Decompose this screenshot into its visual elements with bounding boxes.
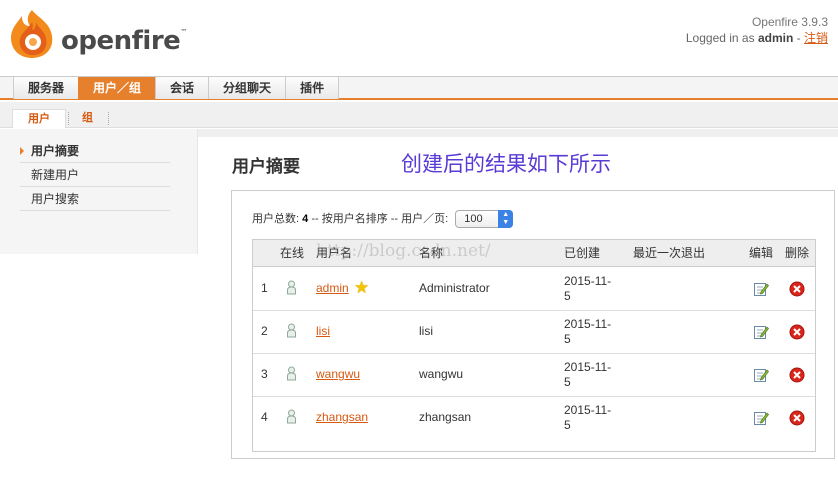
login-status: Logged in as admin - 注销 — [685, 31, 828, 45]
select-arrows-icon: ▲ ▼ — [498, 210, 514, 229]
tab-server[interactable]: 服务器 — [13, 77, 79, 99]
col-username[interactable]: 用户名 — [316, 240, 352, 267]
table-row: 4 zhangsan zhangsan 2015-11- 5 — [253, 397, 815, 440]
user-offline-icon — [286, 366, 297, 385]
subtab-users[interactable]: 用户 — [12, 109, 66, 128]
tab-users-groups[interactable]: 用户／组 — [78, 77, 156, 99]
page-title: 用户摘要 — [232, 157, 300, 176]
created-date: 2015-11- 5 — [564, 274, 612, 303]
username-link[interactable]: admin — [316, 281, 349, 295]
sidebar-item-new-user[interactable]: 新建用户 — [20, 163, 170, 187]
current-user: admin — [757, 31, 794, 45]
col-name: 名称 — [419, 246, 444, 260]
col-edit: 编辑 — [749, 246, 774, 260]
content-top-strip — [198, 129, 838, 137]
per-page-select[interactable]: 100 ▲ ▼ — [455, 210, 514, 229]
created-date: 2015-11- 5 — [564, 360, 612, 389]
sidebar-item-user-summary[interactable]: 用户摘要 — [20, 139, 170, 163]
user-total: 4 — [302, 213, 309, 225]
edit-icon[interactable] — [753, 324, 769, 343]
user-count-summary: 用户总数: 4 -- 按用户名排序 -- 用户／页: 100 ▲ ▼ — [252, 210, 514, 229]
user-display-name: Administrator — [419, 281, 490, 295]
delete-icon[interactable] — [789, 324, 805, 343]
user-offline-icon — [286, 323, 297, 342]
delete-icon[interactable] — [789, 410, 805, 429]
username-link[interactable]: zhangsan — [316, 410, 368, 424]
edit-icon[interactable] — [753, 281, 769, 300]
user-summary-panel: 用户总数: 4 -- 按用户名排序 -- 用户／页: 100 ▲ ▼ 在线 用户名 … — [231, 190, 835, 459]
row-number: 3 — [261, 367, 268, 381]
tab-sessions[interactable]: 会话 — [155, 77, 209, 99]
username-link[interactable]: wangwu — [316, 367, 360, 381]
active-arrow-icon — [20, 147, 24, 155]
user-offline-icon — [286, 280, 297, 299]
edit-icon[interactable] — [753, 410, 769, 429]
user-display-name: wangwu — [419, 367, 464, 381]
created-date: 2015-11- 5 — [564, 317, 612, 346]
app-version: Openfire 3.9.3 — [751, 15, 828, 29]
created-date: 2015-11- 5 — [564, 403, 612, 432]
star-icon: ★ — [354, 278, 370, 297]
col-last-logout: 最近一次退出 — [633, 246, 706, 260]
user-display-name: zhangsan — [419, 410, 472, 424]
username-link[interactable]: lisi — [316, 324, 330, 338]
logout-link[interactable]: 注销 — [804, 31, 828, 45]
main-tabs: 服务器 用户／组 会话 分组聊天 插件 — [0, 76, 838, 100]
table-row: 3 wangwu wangwu 2015-11- 5 — [253, 354, 815, 397]
user-display-name: lisi — [419, 324, 433, 338]
tab-group-chat[interactable]: 分组聊天 — [208, 77, 286, 99]
subtab-divider — [68, 112, 69, 125]
header: openfire™ Openfire 3.9.3 Logged in as ad… — [0, 0, 838, 76]
subtab-groups[interactable]: 组 — [82, 109, 93, 128]
delete-icon[interactable] — [789, 367, 805, 386]
table-header: 在线 用户名 名称 已创建 最近一次退出 编辑 删除 — [253, 240, 815, 267]
sub-tabs: 用户 组 — [0, 102, 838, 128]
sidebar-item-user-search[interactable]: 用户搜索 — [20, 187, 170, 211]
logo-text: openfire™ — [61, 26, 187, 56]
col-online: 在线 — [280, 246, 305, 260]
row-number: 4 — [261, 410, 268, 424]
delete-icon[interactable] — [789, 281, 805, 300]
table-row: 1 admin ★ Administrator 2015-11- 5 — [253, 268, 815, 311]
col-delete: 删除 — [785, 246, 810, 260]
tab-plugins[interactable]: 插件 — [285, 77, 340, 99]
openfire-flame-icon — [8, 8, 56, 60]
col-created: 已创建 — [564, 246, 601, 260]
table-row: 2 lisi lisi 2015-11- 5 — [253, 311, 815, 354]
row-number: 2 — [261, 324, 268, 338]
users-table: 在线 用户名 名称 已创建 最近一次退出 编辑 删除 1 admin ★ Adm… — [252, 239, 816, 452]
sidebar: 用户摘要 新建用户 用户搜索 — [0, 129, 198, 254]
row-number: 1 — [261, 281, 268, 295]
subtab-divider — [108, 112, 109, 125]
edit-icon[interactable] — [753, 367, 769, 386]
annotation-text: 创建后的结果如下所示 — [401, 153, 611, 176]
user-offline-icon — [286, 409, 297, 428]
